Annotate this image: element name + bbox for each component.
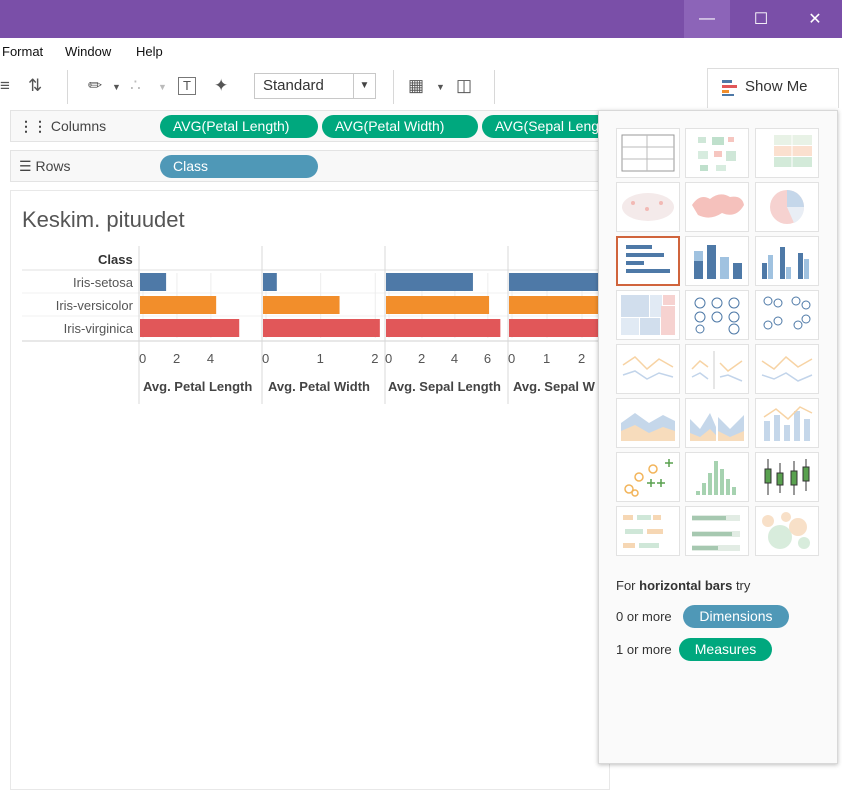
dimensions-requirement: 0 or more (616, 609, 672, 624)
dimensions-pill: Dimensions (683, 605, 789, 628)
axis-tick-label: 2 (578, 351, 586, 366)
filled-map-thumb[interactable] (685, 182, 749, 232)
pie-chart-thumb[interactable] (755, 182, 819, 232)
axis-tick-label: 2 (417, 351, 426, 366)
axis-tick-label: 0 (139, 351, 147, 366)
bar-iris-virginica-2 (386, 319, 501, 337)
treemap-thumb[interactable] (616, 290, 680, 340)
hint-suffix: try (735, 578, 751, 593)
bar-iris-versicolor-2 (386, 296, 490, 314)
axis-tick-label: 1 (543, 351, 551, 366)
heat-map-thumb[interactable] (685, 128, 749, 178)
measures-pill: Measures (679, 638, 772, 661)
highlight-table-thumb[interactable] (755, 128, 819, 178)
bar-iris-setosa-0 (140, 273, 167, 291)
measures-requirement: 1 or more (616, 642, 672, 657)
packed-bubbles-thumb[interactable] (755, 506, 819, 556)
axis-tick-label: 2 (172, 351, 181, 366)
circle-views-thumb[interactable] (685, 290, 749, 340)
bar-iris-versicolor-1 (263, 296, 340, 314)
side-by-side-circles-thumb[interactable] (755, 290, 819, 340)
axis-tick-label: 4 (450, 351, 459, 366)
gantt-chart-thumb[interactable] (616, 506, 680, 556)
bar-iris-versicolor-0 (140, 296, 217, 314)
stacked-bars-thumb[interactable] (685, 236, 749, 286)
dual-combination-thumb[interactable] (755, 398, 819, 448)
axis-tick-label: 2 (371, 351, 379, 366)
bar-iris-setosa-3 (509, 273, 598, 291)
axis-tick-label: 0 (262, 351, 270, 366)
histogram-thumb[interactable] (685, 452, 749, 502)
bar-iris-virginica-3 (509, 319, 598, 337)
bar-iris-versicolor-3 (509, 296, 598, 314)
horizontal-bars-thumb[interactable] (616, 236, 680, 286)
dual-lines-thumb[interactable] (755, 344, 819, 394)
axis-tick-label: 1 (316, 351, 324, 366)
axis-tick-label: 6 (483, 351, 492, 366)
area-continuous-thumb[interactable] (616, 398, 680, 448)
text-table-thumb[interactable] (616, 128, 680, 178)
axis-tick-label: 4 (206, 351, 215, 366)
continuous-lines-thumb[interactable] (616, 344, 680, 394)
axis-title-sepal-width: Avg. Sepal W (513, 379, 595, 394)
scatter-plot-thumb[interactable] (616, 452, 680, 502)
side-by-side-bars-thumb[interactable] (755, 236, 819, 286)
bullet-graph-thumb[interactable] (685, 506, 749, 556)
discrete-lines-thumb[interactable] (685, 344, 749, 394)
hint-chart-type: horizontal bars (639, 578, 733, 593)
bar-iris-setosa-1 (263, 273, 277, 291)
axis-tick-label: 0 (508, 351, 516, 366)
bar-iris-virginica-0 (140, 319, 240, 337)
axis-tick-label: 0 (385, 351, 393, 366)
bar-iris-virginica-1 (263, 319, 380, 337)
axis-title-petal-length: Avg. Petal Length (143, 379, 253, 394)
bar-iris-setosa-2 (386, 273, 473, 291)
axis-title-sepal-length: Avg. Sepal Length (388, 379, 501, 394)
show-me-hint: For horizontal bars try (616, 578, 750, 593)
hint-prefix: For (616, 578, 636, 593)
area-discrete-thumb[interactable] (685, 398, 749, 448)
axis-title-petal-width: Avg. Petal Width (268, 379, 370, 394)
box-whisker-thumb[interactable] (755, 452, 819, 502)
symbol-map-thumb[interactable] (616, 182, 680, 232)
